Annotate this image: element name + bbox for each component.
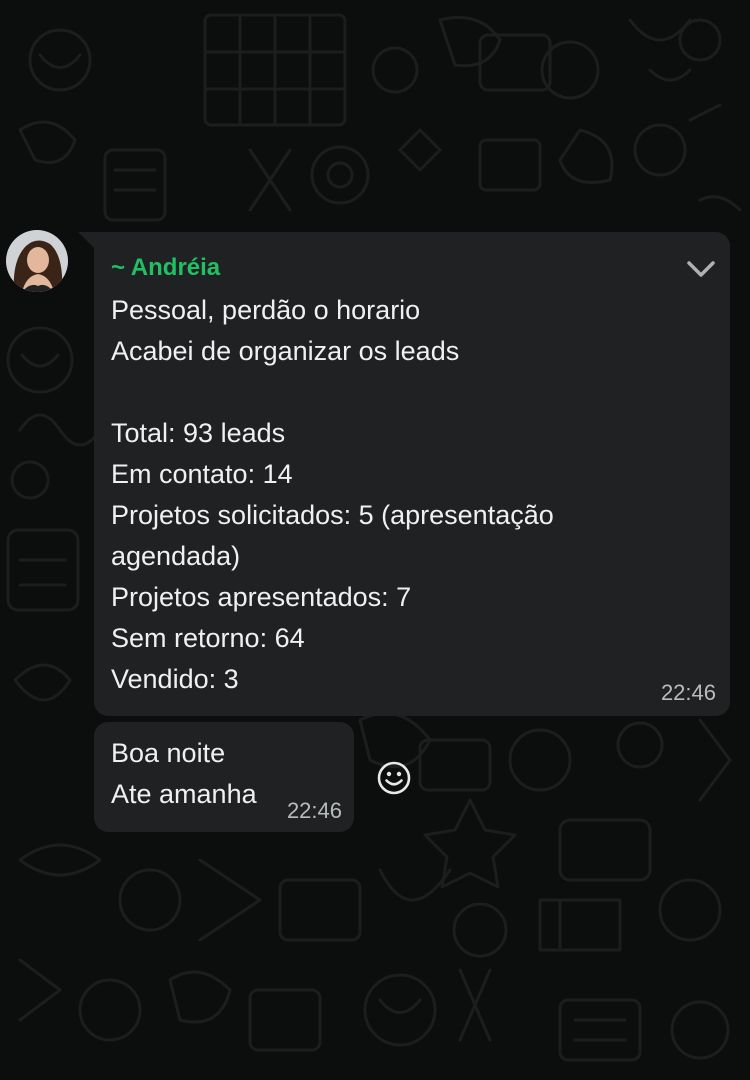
message-line: Projetos apresentados: 7 <box>111 582 412 612</box>
sender-name[interactable]: ~ Andréia <box>111 254 220 282</box>
message-bubble[interactable]: Boa noite Ate amanha 22:46 <box>94 722 354 832</box>
avatar-photo <box>6 230 68 292</box>
message-text: Boa noite Ate amanha <box>111 733 257 815</box>
message-line <box>111 372 711 413</box>
chevron-down-icon[interactable] <box>684 254 718 284</box>
smiley-face-icon[interactable] <box>376 760 412 796</box>
message-line: Pessoal, perdão o horario <box>111 295 421 325</box>
message-line: Vendido: 3 <box>111 664 239 694</box>
message-line: Total: 93 leads <box>111 418 286 448</box>
message-timestamp: 22:46 <box>660 680 716 705</box>
message-line: Boa noite <box>111 738 226 768</box>
message-text: Pessoal, perdão o horario Acabei de orga… <box>111 290 711 700</box>
message-line: Ate amanha <box>111 779 257 809</box>
avatar[interactable] <box>6 230 68 292</box>
message-line: Sem retorno: 64 <box>111 623 305 653</box>
message-line: Acabei de organizar os leads <box>111 336 460 366</box>
message-timestamp: 22:46 <box>286 798 342 823</box>
message-line: Em contato: 14 <box>111 459 293 489</box>
message-line: agendada) <box>111 541 241 571</box>
message-bubble[interactable]: ~ Andréia Pessoal, perdão o horario Acab… <box>94 232 730 716</box>
message-line: Projetos solicitados: 5 (apresentação <box>111 500 554 530</box>
